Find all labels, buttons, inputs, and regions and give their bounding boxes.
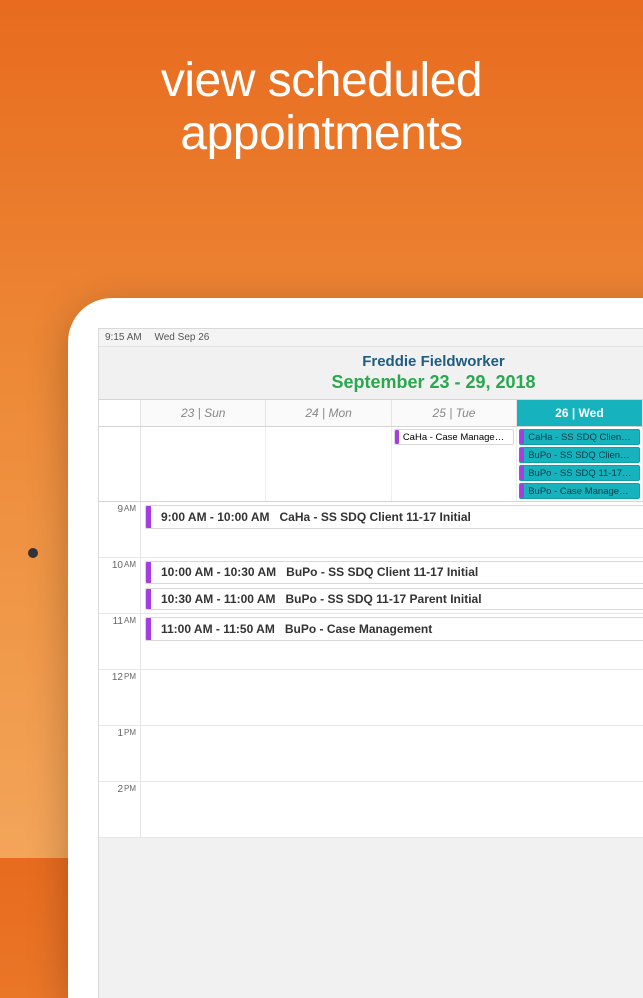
allday-sun [141,427,266,501]
hour-label: 11AM [99,614,141,669]
day-col-tue[interactable]: 25 | Tue [392,400,517,426]
hour-grid: 9AM 9:00 AM - 10:00 AM CaHa - SS SDQ Cli… [99,502,643,838]
event-purple-bar [146,589,151,610]
day-col-sun[interactable]: 23 | Sun [141,400,266,426]
event-purple-bar [146,506,151,528]
event-purple-bar [520,430,524,444]
event-purple-bar [520,484,524,498]
hour-label: 9AM [99,502,141,557]
hour-label: 12PM [99,670,141,725]
worker-name: Freddie Fieldworker [99,347,643,372]
status-date: Wed Sep 26 [154,332,209,343]
date-range: September 23 - 29, 2018 [99,372,643,399]
event-purple-bar [520,448,524,462]
allday-tue: CaHa - Case Manage… [392,427,517,501]
allday-chip[interactable]: CaHa - Case Manage… [394,429,514,445]
allday-chip[interactable]: BuPo - SS SDQ 11-17… [519,465,639,481]
event-purple-bar [146,562,151,583]
appointment[interactable]: 10:00 AM - 10:30 AM BuPo - SS SDQ Client… [145,561,643,584]
event-purple-bar [520,466,524,480]
tablet-frame: 9:15 AM Wed Sep 26 Freddie Fieldworker S… [68,298,643,998]
hour-label: 10AM [99,558,141,613]
allday-chip[interactable]: CaHa - SS SDQ Clien… [519,429,639,445]
appointment[interactable]: 10:30 AM - 11:00 AM BuPo - SS SDQ 11-17 … [145,588,643,611]
hour-row-1pm: 1PM [99,726,643,782]
event-purple-bar [395,430,399,444]
day-col-wed[interactable]: 26 | Wed [517,400,642,426]
day-header-gutter [99,400,141,426]
day-header-row: 23 | Sun 24 | Mon 25 | Tue 26 | Wed 27 | [99,399,643,427]
hour-row-2pm: 2PM [99,782,643,838]
hour-label: 1PM [99,726,141,781]
tablet-camera [28,548,38,558]
appointment[interactable]: 11:00 AM - 11:50 AM BuPo - Case Manageme… [145,617,643,641]
hour-label: 2PM [99,782,141,837]
hour-row-11: 11AM 11:00 AM - 11:50 AM BuPo - Case Man… [99,614,643,670]
allday-chip[interactable]: BuPo - Case Manage… [519,483,639,499]
marketing-headline: view scheduled appointments [0,0,643,161]
app-screen: 9:15 AM Wed Sep 26 Freddie Fieldworker S… [98,328,643,998]
appointment[interactable]: 9:00 AM - 10:00 AM CaHa - SS SDQ Client … [145,505,643,529]
hour-row-9: 9AM 9:00 AM - 10:00 AM CaHa - SS SDQ Cli… [99,502,643,558]
status-time: 9:15 AM [105,332,142,343]
allday-row: CaHa - Case Manage… CaHa - SS SDQ Clien…… [99,427,643,502]
event-purple-bar [146,618,151,640]
day-col-mon[interactable]: 24 | Mon [266,400,391,426]
allday-chip[interactable]: BuPo - SS SDQ Clien… [519,447,639,463]
hour-row-10: 10AM 10:00 AM - 10:30 AM BuPo - SS SDQ C… [99,558,643,614]
status-bar: 9:15 AM Wed Sep 26 [99,329,643,347]
allday-mon [266,427,391,501]
allday-gutter [99,427,141,501]
allday-wed: CaHa - SS SDQ Clien… BuPo - SS SDQ Clien… [517,427,642,501]
hour-row-12: 12PM [99,670,643,726]
